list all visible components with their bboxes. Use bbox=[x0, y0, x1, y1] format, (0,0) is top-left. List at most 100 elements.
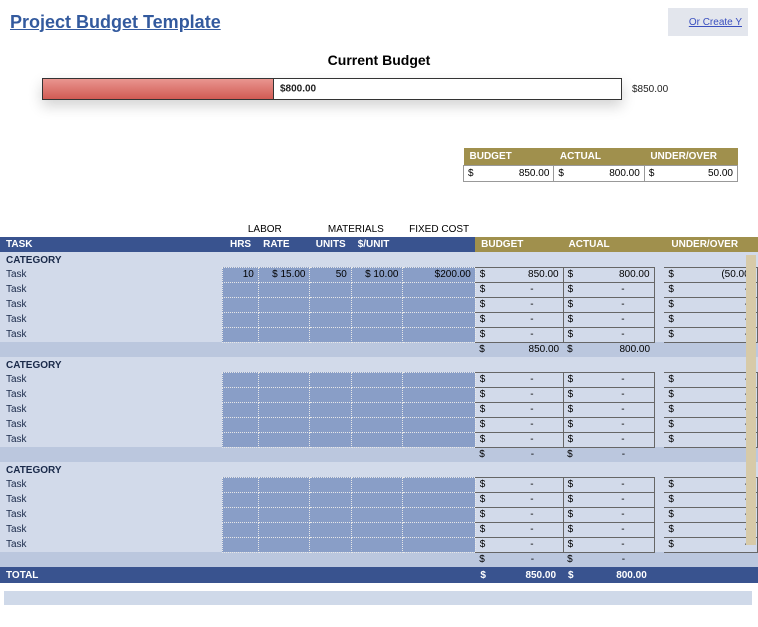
rate-cell[interactable] bbox=[258, 387, 310, 402]
rate-cell[interactable] bbox=[258, 477, 310, 492]
perunit-cell[interactable] bbox=[351, 522, 403, 537]
actual-cell[interactable]: $- bbox=[563, 372, 654, 387]
perunit-cell[interactable] bbox=[351, 432, 403, 447]
fixed-cell[interactable] bbox=[403, 282, 475, 297]
actual-cell[interactable]: $- bbox=[563, 282, 654, 297]
task-name-cell[interactable]: Task bbox=[0, 417, 222, 432]
fixed-cell[interactable] bbox=[403, 492, 475, 507]
task-name-cell[interactable]: Task bbox=[0, 372, 222, 387]
units-cell[interactable] bbox=[310, 387, 351, 402]
task-name-cell[interactable]: Task bbox=[0, 477, 222, 492]
fixed-cell[interactable] bbox=[403, 372, 475, 387]
perunit-cell[interactable] bbox=[351, 417, 403, 432]
perunit-cell[interactable]: $ 10.00 bbox=[351, 267, 403, 282]
actual-cell[interactable]: $- bbox=[563, 522, 654, 537]
units-cell[interactable] bbox=[310, 372, 351, 387]
units-cell[interactable] bbox=[310, 327, 351, 342]
actual-cell[interactable]: $- bbox=[563, 477, 654, 492]
task-name-cell[interactable]: Task bbox=[0, 267, 222, 282]
rate-cell[interactable] bbox=[258, 402, 310, 417]
fixed-cell[interactable] bbox=[403, 507, 475, 522]
actual-cell[interactable]: $800.00 bbox=[563, 267, 654, 282]
perunit-cell[interactable] bbox=[351, 312, 403, 327]
create-link[interactable]: Or Create Y bbox=[668, 8, 748, 36]
fixed-cell[interactable] bbox=[403, 297, 475, 312]
fixed-cell[interactable]: $200.00 bbox=[403, 267, 475, 282]
perunit-cell[interactable] bbox=[351, 282, 403, 297]
units-cell[interactable] bbox=[310, 492, 351, 507]
actual-cell[interactable]: $- bbox=[563, 327, 654, 342]
units-cell[interactable]: 50 bbox=[310, 267, 351, 282]
rate-cell[interactable] bbox=[258, 507, 310, 522]
perunit-cell[interactable] bbox=[351, 492, 403, 507]
perunit-cell[interactable] bbox=[351, 507, 403, 522]
rate-cell[interactable] bbox=[258, 537, 310, 552]
task-name-cell[interactable]: Task bbox=[0, 432, 222, 447]
perunit-cell[interactable] bbox=[351, 372, 403, 387]
fixed-cell[interactable] bbox=[403, 402, 475, 417]
hrs-cell[interactable] bbox=[222, 282, 258, 297]
hrs-cell[interactable] bbox=[222, 297, 258, 312]
actual-cell[interactable]: $- bbox=[563, 312, 654, 327]
fixed-cell[interactable] bbox=[403, 522, 475, 537]
actual-cell[interactable]: $- bbox=[563, 417, 654, 432]
fixed-cell[interactable] bbox=[403, 432, 475, 447]
units-cell[interactable] bbox=[310, 282, 351, 297]
actual-cell[interactable]: $- bbox=[563, 432, 654, 447]
units-cell[interactable] bbox=[310, 507, 351, 522]
rate-cell[interactable] bbox=[258, 372, 310, 387]
rate-cell[interactable] bbox=[258, 492, 310, 507]
task-name-cell[interactable]: Task bbox=[0, 312, 222, 327]
task-name-cell[interactable]: Task bbox=[0, 402, 222, 417]
hrs-cell[interactable] bbox=[222, 372, 258, 387]
summary-budget-cell[interactable]: $850.00 bbox=[464, 166, 554, 182]
perunit-cell[interactable] bbox=[351, 402, 403, 417]
task-name-cell[interactable]: Task bbox=[0, 327, 222, 342]
hrs-cell[interactable] bbox=[222, 507, 258, 522]
task-name-cell[interactable]: Task bbox=[0, 537, 222, 552]
rate-cell[interactable] bbox=[258, 312, 310, 327]
summary-actual-cell[interactable]: $800.00 bbox=[554, 166, 644, 182]
units-cell[interactable] bbox=[310, 312, 351, 327]
fixed-cell[interactable] bbox=[403, 312, 475, 327]
perunit-cell[interactable] bbox=[351, 387, 403, 402]
hrs-cell[interactable] bbox=[222, 477, 258, 492]
hrs-cell[interactable] bbox=[222, 417, 258, 432]
perunit-cell[interactable] bbox=[351, 477, 403, 492]
units-cell[interactable] bbox=[310, 417, 351, 432]
units-cell[interactable] bbox=[310, 522, 351, 537]
perunit-cell[interactable] bbox=[351, 297, 403, 312]
units-cell[interactable] bbox=[310, 402, 351, 417]
hrs-cell[interactable] bbox=[222, 537, 258, 552]
actual-cell[interactable]: $- bbox=[563, 387, 654, 402]
units-cell[interactable] bbox=[310, 537, 351, 552]
rate-cell[interactable] bbox=[258, 297, 310, 312]
rate-cell[interactable] bbox=[258, 327, 310, 342]
task-name-cell[interactable]: Task bbox=[0, 282, 222, 297]
actual-cell[interactable]: $- bbox=[563, 297, 654, 312]
fixed-cell[interactable] bbox=[403, 477, 475, 492]
fixed-cell[interactable] bbox=[403, 387, 475, 402]
rate-cell[interactable] bbox=[258, 282, 310, 297]
task-name-cell[interactable]: Task bbox=[0, 492, 222, 507]
rate-cell[interactable] bbox=[258, 417, 310, 432]
rate-cell[interactable]: $ 15.00 bbox=[258, 267, 310, 282]
perunit-cell[interactable] bbox=[351, 327, 403, 342]
hrs-cell[interactable]: 10 bbox=[222, 267, 258, 282]
units-cell[interactable] bbox=[310, 477, 351, 492]
hrs-cell[interactable] bbox=[222, 432, 258, 447]
task-name-cell[interactable]: Task bbox=[0, 297, 222, 312]
summary-underover-cell[interactable]: $50.00 bbox=[644, 166, 737, 182]
hrs-cell[interactable] bbox=[222, 312, 258, 327]
units-cell[interactable] bbox=[310, 297, 351, 312]
hrs-cell[interactable] bbox=[222, 327, 258, 342]
actual-cell[interactable]: $- bbox=[563, 402, 654, 417]
rate-cell[interactable] bbox=[258, 432, 310, 447]
fixed-cell[interactable] bbox=[403, 417, 475, 432]
actual-cell[interactable]: $- bbox=[563, 537, 654, 552]
actual-cell[interactable]: $- bbox=[563, 507, 654, 522]
fixed-cell[interactable] bbox=[403, 537, 475, 552]
hrs-cell[interactable] bbox=[222, 402, 258, 417]
hrs-cell[interactable] bbox=[222, 387, 258, 402]
rate-cell[interactable] bbox=[258, 522, 310, 537]
